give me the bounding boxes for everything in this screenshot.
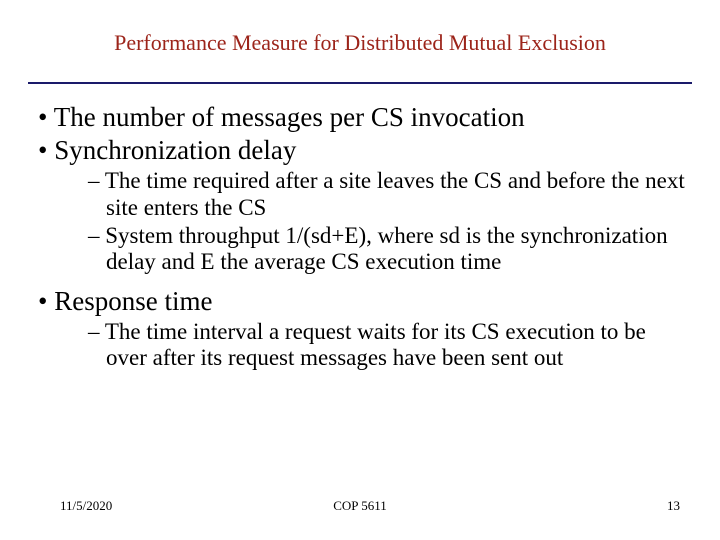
bullet-text: System throughput 1/(sd+E), where sd is …	[105, 223, 667, 274]
bullet-level1: The number of messages per CS invocation	[28, 102, 692, 133]
slide-title: Performance Measure for Distributed Mutu…	[0, 30, 720, 56]
bullet-text: The time interval a request waits for it…	[105, 319, 646, 370]
bullet-level2: System throughput 1/(sd+E), where sd is …	[28, 223, 692, 276]
footer-slide-number: 13	[667, 498, 680, 514]
title-divider	[28, 82, 692, 84]
spacer	[28, 278, 692, 284]
slide: Performance Measure for Distributed Mutu…	[0, 0, 720, 540]
bullet-level2: The time interval a request waits for it…	[28, 319, 692, 372]
bullet-level1: Response time	[28, 286, 692, 317]
slide-footer: 11/5/2020 COP 5611 13	[0, 498, 720, 518]
bullet-text: The time required after a site leaves th…	[105, 168, 685, 219]
footer-course: COP 5611	[0, 498, 720, 514]
bullet-level2: The time required after a site leaves th…	[28, 168, 692, 221]
bullet-text: The number of messages per CS invocation	[54, 102, 525, 132]
bullet-level1: Synchronization delay	[28, 135, 692, 166]
bullet-text: Synchronization delay	[54, 135, 296, 165]
bullet-text: Response time	[54, 286, 212, 316]
slide-content: The number of messages per CS invocation…	[28, 100, 692, 374]
